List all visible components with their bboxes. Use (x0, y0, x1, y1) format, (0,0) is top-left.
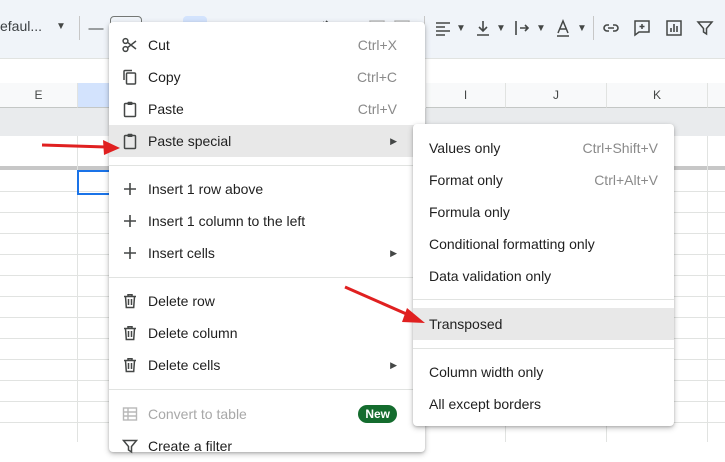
submenu-item-conditional-formatting-only[interactable]: Conditional formatting only (413, 228, 674, 260)
submenu-item-all-except-borders[interactable]: All except borders (413, 388, 674, 420)
valign-caret-icon[interactable]: ▼ (496, 23, 506, 34)
menu-item-create-filter[interactable]: Create a filter (109, 430, 425, 462)
grid-line (707, 136, 708, 442)
column-header-k[interactable]: K (607, 83, 708, 108)
submenu-item-formula-only[interactable]: Formula only (413, 196, 674, 228)
menu-item-delete-cells[interactable]: Delete cells ▶ (109, 349, 425, 381)
selected-cell[interactable] (77, 170, 113, 195)
menu-divider (109, 165, 425, 166)
menu-item-insert-row[interactable]: Insert 1 row above (109, 173, 425, 205)
new-badge: New (358, 405, 397, 423)
menu-item-delete-column[interactable]: Delete column (109, 317, 425, 349)
menu-item-paste-special[interactable]: Paste special ▶ (109, 125, 425, 157)
column-header-e[interactable]: E (0, 83, 78, 108)
valign-bottom-icon[interactable] (471, 16, 495, 40)
align-caret-icon[interactable]: ▼ (456, 23, 466, 34)
column-header-selected[interactable] (78, 83, 111, 108)
toolbar-divider (593, 16, 594, 40)
menu-item-delete-row[interactable]: Delete row (109, 285, 425, 317)
trash-icon (121, 292, 139, 310)
menu-divider (109, 277, 425, 278)
wrap-caret-icon[interactable]: ▼ (536, 23, 546, 34)
paste-special-submenu: Values only Ctrl+Shift+V Format only Ctr… (413, 124, 674, 426)
column-header-next[interactable] (708, 83, 725, 108)
menu-item-insert-column[interactable]: Insert 1 column to the left (109, 205, 425, 237)
chart-icon[interactable] (662, 16, 686, 40)
text-wrap-icon[interactable] (510, 16, 534, 40)
submenu-item-column-width-only[interactable]: Column width only (413, 356, 674, 388)
table-icon (121, 405, 139, 423)
copy-icon (121, 68, 139, 86)
filter-icon (121, 437, 139, 455)
context-menu: Cut Ctrl+X Copy Ctrl+C Paste Ctrl+V Past… (109, 22, 425, 454)
plus-icon (121, 212, 139, 230)
text-rotate-icon[interactable] (551, 16, 575, 40)
submenu-item-data-validation-only[interactable]: Data validation only (413, 260, 674, 292)
minus-icon[interactable]: — (84, 16, 108, 40)
rotate-caret-icon[interactable]: ▼ (577, 23, 587, 34)
column-header-i[interactable]: I (426, 83, 506, 108)
link-icon[interactable] (599, 16, 623, 40)
submenu-arrow-icon: ▶ (390, 359, 397, 370)
menu-item-convert-to-table[interactable]: Convert to table New (109, 398, 425, 430)
submenu-divider (413, 299, 674, 300)
trash-icon (121, 356, 139, 374)
plus-icon (121, 244, 139, 262)
menu-divider (109, 389, 425, 390)
submenu-item-transposed[interactable]: Transposed (413, 308, 674, 340)
font-dropdown-caret-icon[interactable]: ▼ (56, 21, 66, 32)
submenu-item-values-only[interactable]: Values only Ctrl+Shift+V (413, 132, 674, 164)
submenu-item-format-only[interactable]: Format only Ctrl+Alt+V (413, 164, 674, 196)
column-header-j[interactable]: J (506, 83, 607, 108)
toolbar-divider (79, 16, 80, 40)
align-left-icon[interactable] (431, 16, 455, 40)
submenu-divider (413, 348, 674, 349)
submenu-arrow-icon: ▶ (390, 135, 397, 146)
filter-icon[interactable] (693, 16, 717, 40)
comment-icon[interactable] (630, 16, 654, 40)
menu-item-insert-cells[interactable]: Insert cells ▶ (109, 237, 425, 269)
font-family-select[interactable]: efaul... (0, 18, 42, 34)
cut-icon (121, 36, 139, 54)
menu-item-cut[interactable]: Cut Ctrl+X (109, 29, 425, 61)
trash-icon (121, 324, 139, 342)
plus-icon (121, 180, 139, 198)
paste-special-icon (121, 132, 139, 150)
submenu-arrow-icon: ▶ (390, 247, 397, 258)
menu-item-paste[interactable]: Paste Ctrl+V (109, 93, 425, 125)
paste-icon (121, 100, 139, 118)
menu-item-copy[interactable]: Copy Ctrl+C (109, 61, 425, 93)
